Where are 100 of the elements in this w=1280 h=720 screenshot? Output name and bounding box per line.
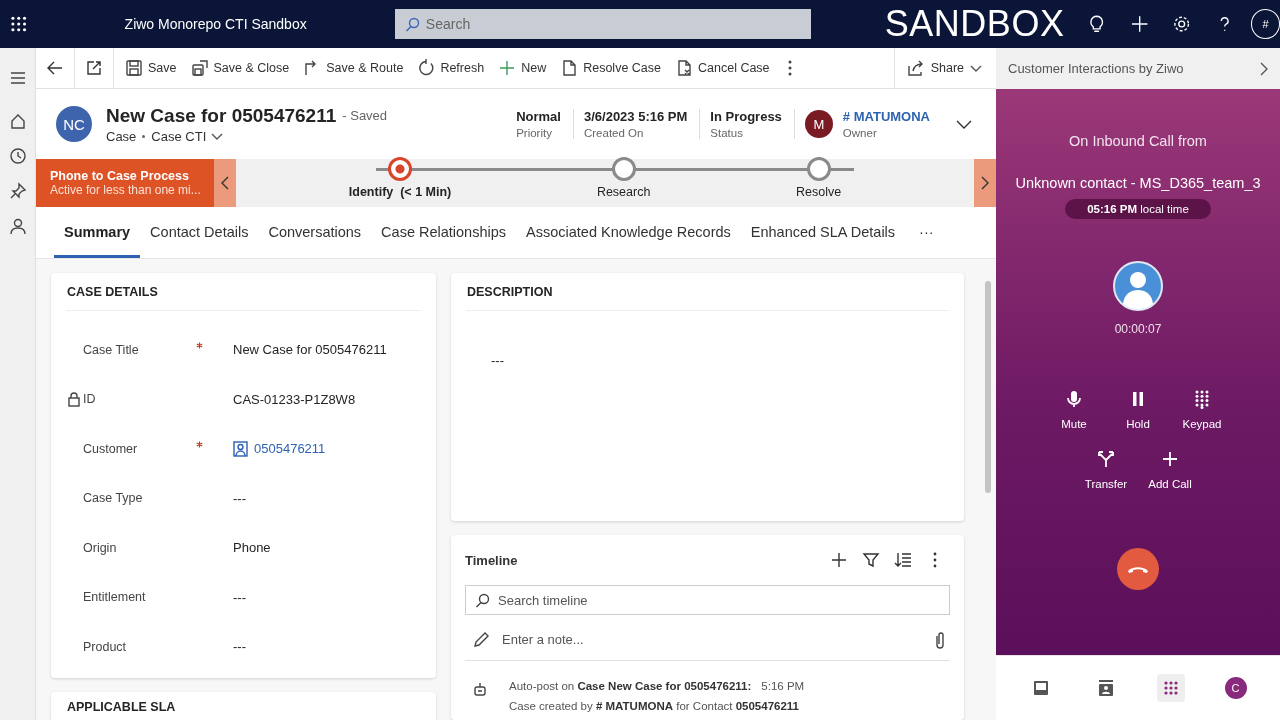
chevron-left-icon xyxy=(221,176,229,190)
timeline-title: Timeline xyxy=(465,552,518,568)
save-icon xyxy=(125,59,143,77)
contact-icon xyxy=(233,440,248,457)
stage-label: Research xyxy=(596,185,651,199)
command-button[interactable]: Refresh xyxy=(410,52,492,84)
field-value: CAS-01233-P1Z8W8 xyxy=(233,391,356,407)
tab[interactable]: Conversations xyxy=(258,209,372,258)
settings-icon[interactable] xyxy=(1172,14,1192,34)
search-icon xyxy=(475,593,490,608)
section-title: APPLICABLE SLA xyxy=(66,698,177,716)
search-field[interactable]: Search xyxy=(394,9,811,39)
app-launcher-icon[interactable] xyxy=(10,15,28,33)
call-heading: On Inbound Call from xyxy=(1069,133,1207,149)
process-name: Phone to Case Process xyxy=(50,169,190,183)
app-title: Ziwo Monorepo CTI Sandbox xyxy=(123,16,308,32)
chevron-down-icon xyxy=(970,64,982,72)
command-button[interactable]: Resolve Case xyxy=(553,52,668,84)
field-label: Customer xyxy=(82,441,138,456)
field-value: --- xyxy=(233,639,246,655)
tab[interactable]: Contact Details xyxy=(140,209,259,258)
back-icon[interactable] xyxy=(46,59,64,77)
environment-label: SANDBOX xyxy=(884,3,1065,45)
header-field-value: 3/6/2023 5:16 PM xyxy=(583,109,688,124)
tab[interactable]: Case Relationships xyxy=(371,209,517,258)
command-button[interactable]: New xyxy=(491,52,554,84)
command-button[interactable]: Save & Route xyxy=(296,52,411,84)
header-field-label: Status xyxy=(710,127,744,139)
save-close-icon xyxy=(190,59,209,77)
more-tabs-button[interactable]: ··· xyxy=(905,209,948,258)
field-label: Entitlement xyxy=(82,590,146,605)
note-field[interactable]: Enter a note... xyxy=(500,631,900,648)
form-selector[interactable]: Case CTI xyxy=(151,128,224,144)
stage-marker[interactable] xyxy=(806,157,831,181)
document-cancel-icon xyxy=(675,59,693,77)
description-value: --- xyxy=(490,352,505,368)
header-field-value: Normal xyxy=(516,109,561,124)
popout-icon[interactable] xyxy=(85,59,103,77)
tab[interactable]: Associated Knowledge Records xyxy=(516,209,741,258)
tab[interactable]: Enhanced SLA Details xyxy=(740,209,906,258)
stage-marker[interactable] xyxy=(611,157,636,181)
call-duration: 00:00:07 xyxy=(1114,322,1162,336)
chevron-right-icon xyxy=(981,176,989,190)
header-field-label: Created On xyxy=(583,127,645,139)
call-control-button[interactable]: Keypad xyxy=(1184,390,1220,430)
share-icon xyxy=(906,59,925,77)
field-value: --- xyxy=(233,490,246,506)
timeline-search-field[interactable]: Search timeline xyxy=(465,585,950,615)
field-value: Phone xyxy=(233,540,271,556)
refresh-icon xyxy=(417,59,436,77)
hang-up-button[interactable] xyxy=(1117,548,1159,590)
inbox-icon xyxy=(1031,679,1050,697)
chevron-down-icon[interactable] xyxy=(956,119,972,129)
clock-icon[interactable] xyxy=(8,146,27,165)
entry-detail: Case created by # MATUMONA for Contact 0505476211 xyxy=(509,699,800,714)
nav-button[interactable] xyxy=(1156,674,1185,702)
document-icon xyxy=(560,59,579,77)
header-field-value: In Progress xyxy=(710,109,782,124)
scrollbar-thumb[interactable] xyxy=(985,281,991,493)
field-label: Case Title xyxy=(82,342,139,357)
person-icon[interactable] xyxy=(8,216,27,235)
contact-name: Unknown contact - MS_D365_team_3 xyxy=(1015,175,1261,191)
search-icon xyxy=(404,17,420,32)
local-time-pill: 05:16 PM local time xyxy=(1065,199,1211,219)
field-value: New Case for 0505476211 xyxy=(233,342,387,358)
chevron-right-icon[interactable] xyxy=(1260,61,1268,76)
stage-marker[interactable] xyxy=(388,157,413,181)
stage-label: Resolve xyxy=(796,185,842,199)
call-control-button[interactable]: Mute xyxy=(1056,390,1092,430)
section-title: CASE DETAILS xyxy=(66,273,421,311)
owner-link[interactable]: # MATUMONA xyxy=(842,109,930,124)
pin-icon[interactable] xyxy=(8,181,27,200)
panel-title: Customer Interactions by Ziwo xyxy=(1008,61,1184,76)
field-label: ID xyxy=(83,392,96,407)
robot-icon xyxy=(473,682,487,696)
command-button[interactable]: Cancel Case xyxy=(668,52,777,84)
microphone-icon xyxy=(1065,390,1083,409)
plus-icon xyxy=(498,59,517,77)
command-button[interactable]: Save & Close xyxy=(183,52,297,84)
chevron-down-icon xyxy=(211,132,224,140)
plus-icon xyxy=(1161,450,1179,469)
filter-icon[interactable] xyxy=(862,551,880,569)
keypad-icon xyxy=(1193,390,1211,409)
command-button[interactable]: Save xyxy=(118,52,184,84)
customer-link[interactable]: 0505476211 xyxy=(254,441,326,457)
more-icon[interactable] xyxy=(786,59,793,77)
contact-avatar-icon xyxy=(1113,261,1163,311)
sort-icon[interactable] xyxy=(894,551,912,569)
header-field-label: Owner xyxy=(842,127,878,139)
process-flag[interactable]: Phone to Case Process Active for less than one mi... xyxy=(36,159,214,207)
header-field-label: Priority xyxy=(516,127,553,139)
pencil-icon xyxy=(473,631,490,648)
call-control-button[interactable]: Hold xyxy=(1120,390,1156,430)
paperclip-icon[interactable] xyxy=(934,630,946,649)
field-label: Product xyxy=(82,639,127,654)
owner-avatar: M xyxy=(804,110,833,138)
plus-icon[interactable] xyxy=(1129,14,1150,34)
contacts-icon xyxy=(1096,679,1115,697)
record-title: New Case for 0505476211 xyxy=(106,104,337,127)
field-label: Origin xyxy=(82,540,117,555)
